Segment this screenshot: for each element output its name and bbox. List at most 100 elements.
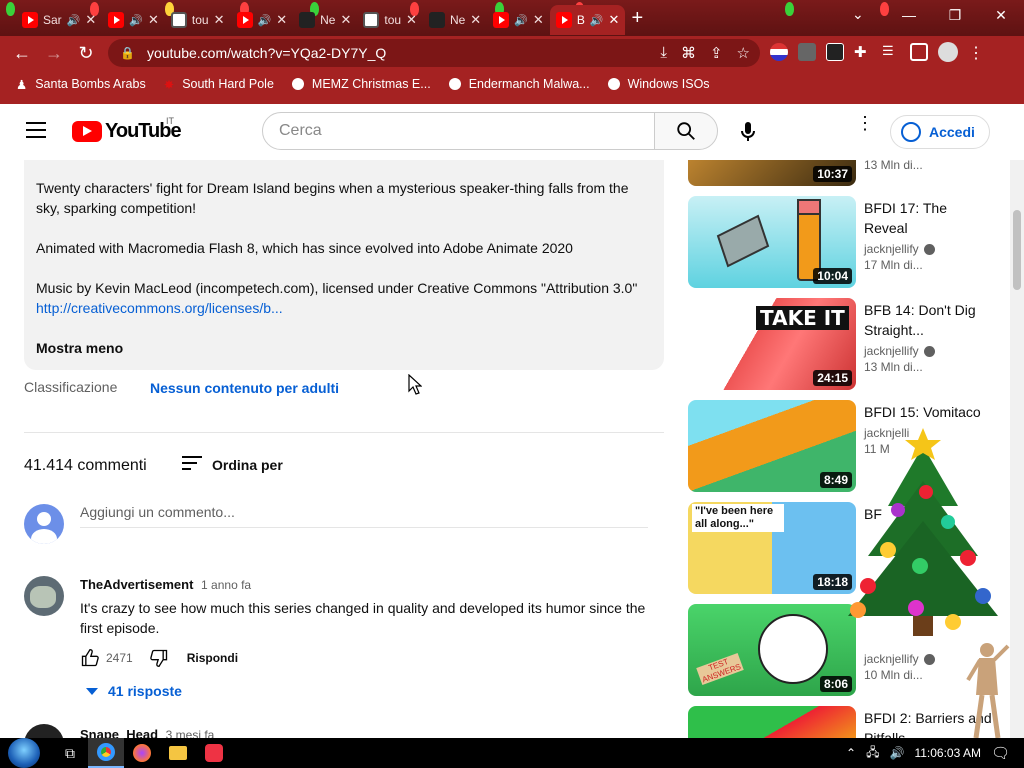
- tab-3[interactable]: tou ✕: [165, 5, 231, 35]
- thumbs-down-icon[interactable]: [149, 648, 169, 668]
- back-button[interactable]: ←: [6, 38, 38, 68]
- close-window-button[interactable]: ✕: [978, 0, 1024, 30]
- tab-7[interactable]: Ne ✕: [423, 5, 487, 35]
- file-explorer-icon[interactable]: [160, 738, 196, 768]
- tray-expand-icon[interactable]: ⌃: [846, 746, 856, 760]
- comment-author[interactable]: TheAdvertisement: [80, 577, 193, 592]
- incognito-favicon-icon: [299, 12, 316, 28]
- menu-kebab-icon[interactable]: ⋮: [968, 43, 986, 62]
- start-button[interactable]: [8, 738, 40, 768]
- show-less-button[interactable]: Mostra meno: [36, 338, 123, 358]
- add-comment-input[interactable]: Aggiungi un commento...: [80, 504, 648, 528]
- tab-1[interactable]: Sar 🔊 ✕: [16, 5, 102, 35]
- settings-kebab-icon[interactable]: ⋮: [856, 114, 874, 132]
- channel-name[interactable]: jacknjellify: [864, 344, 919, 358]
- chrome-taskbar-icon[interactable]: [88, 738, 124, 768]
- flag-extension-icon[interactable]: [770, 43, 788, 61]
- commenter-avatar[interactable]: [24, 576, 64, 616]
- translate-icon[interactable]: ⌘: [681, 44, 696, 62]
- close-tab-icon[interactable]: ✕: [214, 12, 225, 28]
- search-button[interactable]: [654, 112, 718, 150]
- video-thumbnail[interactable]: "I've been here all along..." 18:18: [688, 502, 856, 594]
- related-video[interactable]: TAKE IT 24:15 BFB 14: Don't Dig Straight…: [688, 298, 998, 390]
- video-thumbnail[interactable]: [688, 706, 856, 738]
- forward-button[interactable]: →: [38, 38, 70, 68]
- install-app-icon[interactable]: ⤓: [660, 44, 667, 62]
- thumbs-up-icon[interactable]: [80, 648, 100, 668]
- scrollbar-thumb[interactable]: [1013, 210, 1021, 290]
- firefox-taskbar-icon[interactable]: [124, 738, 160, 768]
- channel-name[interactable]: jacknjellify: [864, 242, 919, 256]
- close-tab-icon[interactable]: ✕: [470, 12, 481, 28]
- tab-active[interactable]: B 🔊 ✕: [549, 5, 626, 35]
- video-title[interactable]: BFDI 17: The Reveal: [864, 198, 994, 238]
- tab-search-chevron-icon[interactable]: ⌄: [852, 6, 864, 23]
- search-input[interactable]: Cerca: [262, 112, 655, 150]
- tab-4[interactable]: 🔊 ✕: [231, 5, 294, 35]
- hamburger-menu-icon[interactable]: [26, 122, 46, 143]
- reply-button[interactable]: Rispondi: [187, 651, 238, 665]
- close-tab-icon[interactable]: ✕: [276, 12, 287, 28]
- classification-value[interactable]: Nessun contenuto per adulti: [150, 380, 339, 396]
- notify-extension-icon[interactable]: [826, 43, 844, 61]
- bookmark-item[interactable]: Endermanch Malwa...: [448, 77, 590, 91]
- video-thumbnail[interactable]: 10:37: [688, 160, 856, 186]
- close-tab-icon[interactable]: ✕: [85, 12, 96, 28]
- address-bar[interactable]: 🔒 youtube.com/watch?v=YQa2-DY7Y_Q ⤓ ⌘ ⇪ …: [108, 39, 760, 67]
- related-video[interactable]: 10:04 BFDI 17: The Reveal jacknjellify 1…: [688, 196, 998, 288]
- video-title[interactable]: BFDI 15: Vomitaco: [864, 402, 994, 422]
- video-thumbnail[interactable]: 10:04: [688, 196, 856, 288]
- video-title[interactable]: BFB 14: Don't Dig Straight...: [864, 300, 994, 340]
- related-video[interactable]: BFDI 2: Barriers and Pitfalls: [688, 706, 998, 738]
- sort-comments-button[interactable]: Ordina per: [182, 456, 283, 474]
- tab-8[interactable]: 🔊 ✕: [487, 5, 550, 35]
- license-link[interactable]: http://creativecommons.org/licenses/b...: [36, 298, 652, 318]
- bookmark-item[interactable]: ✸ South Hard Pole: [164, 77, 274, 92]
- voice-search-button[interactable]: [730, 114, 766, 150]
- puzzle-extensions-icon[interactable]: ✚: [854, 43, 872, 61]
- speaker-icon[interactable]: 🔊: [258, 14, 272, 27]
- network-icon[interactable]: 🖧: [866, 743, 879, 764]
- bookmark-star-icon[interactable]: ☆: [737, 44, 750, 62]
- media-control-icon[interactable]: ☰: [882, 43, 900, 61]
- close-tab-icon[interactable]: ✕: [406, 12, 417, 28]
- volume-icon[interactable]: 🔊: [890, 746, 905, 760]
- lock-icon[interactable]: 🔒: [120, 46, 135, 60]
- bookmark-item[interactable]: MEMZ Christmas E...: [291, 77, 431, 91]
- comment-time[interactable]: 1 anno fa: [201, 578, 251, 592]
- reload-button[interactable]: ↻: [70, 38, 102, 68]
- signin-button[interactable]: Accedi: [890, 115, 990, 149]
- minimize-button[interactable]: —: [886, 0, 932, 30]
- bookmark-item[interactable]: Windows ISOs: [607, 77, 710, 91]
- restore-button[interactable]: ❐: [932, 0, 978, 30]
- tab-2[interactable]: 🔊 ✕: [102, 5, 165, 35]
- view-replies-button[interactable]: 41 risposte: [86, 683, 182, 699]
- speaker-icon[interactable]: 🔊: [590, 14, 604, 27]
- s-extension-icon[interactable]: [798, 43, 816, 61]
- speaker-icon[interactable]: 🔊: [514, 14, 528, 27]
- notifications-icon[interactable]: 🗨: [991, 744, 1010, 762]
- speaker-icon[interactable]: 🔊: [129, 14, 143, 27]
- bookmark-item[interactable]: ♟ Santa Bombs Arabs: [16, 77, 146, 92]
- close-tab-icon[interactable]: ✕: [340, 12, 351, 28]
- taskbar-clock[interactable]: 11:06:03 AM: [914, 746, 981, 760]
- task-view-icon[interactable]: ⧉: [52, 738, 88, 768]
- app-taskbar-icon[interactable]: [196, 738, 232, 768]
- video-thumbnail[interactable]: TAKE IT 24:15: [688, 298, 856, 390]
- video-thumbnail[interactable]: TEST ANSWERS 8:06: [688, 604, 856, 696]
- close-tab-icon[interactable]: ✕: [533, 12, 544, 28]
- channel-name[interactable]: jacknjellify: [864, 652, 919, 666]
- speaker-icon[interactable]: 🔊: [67, 14, 81, 27]
- close-tab-icon[interactable]: ✕: [148, 12, 159, 28]
- new-tab-button[interactable]: +: [631, 7, 643, 30]
- related-video[interactable]: 10:37 13 Mln di...: [688, 160, 998, 186]
- side-panel-icon[interactable]: [910, 43, 928, 61]
- tab-5[interactable]: Ne ✕: [293, 5, 357, 35]
- share-icon[interactable]: ⇪: [710, 44, 723, 62]
- page-scrollbar[interactable]: [1010, 160, 1024, 738]
- youtube-logo[interactable]: YouTube IT: [72, 116, 182, 143]
- video-thumbnail[interactable]: 8:49: [688, 400, 856, 492]
- tab-6[interactable]: tou ✕: [357, 5, 423, 35]
- profile-avatar-icon[interactable]: [938, 42, 958, 62]
- close-tab-icon[interactable]: ✕: [609, 12, 620, 28]
